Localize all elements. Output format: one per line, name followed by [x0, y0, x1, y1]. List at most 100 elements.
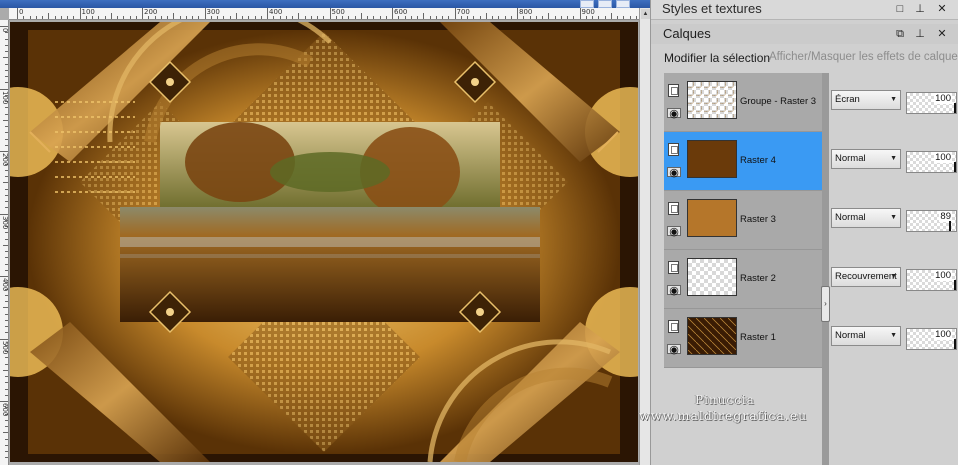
ruler-tick	[5, 301, 8, 302]
ruler-tick	[5, 294, 8, 296]
layers-palette-header: Calques ⧉ ⊥ ✕	[651, 24, 958, 44]
eye-icon[interactable]: ◉	[667, 226, 681, 238]
blend-mode-dropdown[interactable]: Normal ▼	[831, 326, 901, 346]
opacity-slider[interactable]: 100	[906, 92, 957, 114]
ruler-tick	[3, 432, 8, 434]
scroll-up-arrow-icon[interactable]: ▲	[641, 9, 650, 19]
blend-mode-dropdown[interactable]: Écran ▼	[831, 90, 901, 110]
artwork-composition	[10, 22, 638, 462]
ruler-label: 700	[456, 8, 470, 16]
layer-row[interactable]: ◉ Groupe - Raster 3	[664, 73, 822, 132]
blend-mode-dropdown[interactable]: Normal ▼	[831, 149, 901, 169]
ruler-tick	[5, 188, 8, 190]
layer-row[interactable]: ◉ Raster 1	[664, 309, 822, 368]
ruler-tick	[5, 44, 8, 46]
ruler-label: 800	[519, 8, 533, 16]
layer-toggles: ◉	[664, 73, 684, 131]
float-icon[interactable]: ⧉	[893, 27, 907, 41]
ruler-tick	[98, 16, 100, 19]
ruler-tick	[398, 16, 400, 19]
ruler-tick	[154, 16, 156, 19]
ruler-tick	[473, 16, 475, 19]
restore-icon[interactable]: □	[893, 2, 907, 16]
layer-lock-icon[interactable]	[668, 320, 679, 333]
ruler-tick	[160, 16, 162, 19]
layer-row[interactable]: ◉ Raster 2	[664, 250, 822, 309]
blend-mode-value: Recouvrement	[835, 271, 897, 282]
ruler-tick	[548, 13, 550, 19]
canvas-image[interactable]	[10, 22, 638, 462]
ruler-tick	[354, 16, 356, 19]
opacity-slider[interactable]: 100	[906, 269, 957, 291]
modify-selection-button[interactable]: Modifier la sélection	[664, 51, 770, 65]
chevron-down-icon: ▼	[890, 96, 897, 103]
layer-lock-icon[interactable]	[668, 261, 679, 274]
ruler-tick	[248, 16, 250, 19]
ruler-label: 200	[144, 8, 158, 16]
ruler-tick	[610, 13, 612, 19]
ruler-tick	[5, 126, 8, 127]
layer-name: Raster 2	[740, 273, 776, 284]
watermark-signature: Pinuccia	[695, 393, 755, 407]
ruler-tick	[535, 16, 537, 19]
ruler-tick	[3, 119, 8, 121]
minimize-button[interactable]	[580, 0, 594, 8]
ruler-tick	[42, 16, 43, 19]
opacity-slider-handle[interactable]	[954, 280, 956, 290]
opacity-slider-handle[interactable]	[954, 162, 956, 172]
layers-palette: Styles et textures □ ⊥ ✕ Calques ⧉ ⊥ ✕ M…	[639, 0, 958, 465]
ruler-tick	[5, 251, 8, 252]
opacity-slider-handle[interactable]	[954, 339, 956, 349]
ruler-tick	[5, 82, 8, 84]
ruler-tick	[54, 16, 56, 19]
ruler-tick	[3, 182, 8, 184]
close-window-button[interactable]	[616, 0, 630, 8]
layer-row[interactable]: ◉ Raster 4	[664, 132, 822, 191]
ruler-tick	[198, 16, 200, 19]
pin-icon[interactable]: ⊥	[913, 2, 927, 16]
ruler-tick	[48, 13, 50, 19]
ruler-tick	[0, 151, 8, 152]
ruler-tick	[404, 16, 406, 19]
ruler-tick	[35, 16, 37, 19]
ruler-tick	[0, 213, 8, 215]
eye-icon[interactable]: ◉	[667, 285, 681, 297]
eye-icon[interactable]: ◉	[667, 108, 681, 120]
toggle-layer-effects-button[interactable]: Afficher/Masquer les effets de calque	[769, 51, 958, 63]
pin-icon[interactable]: ⊥	[913, 27, 927, 41]
blend-mode-dropdown[interactable]: Normal ▼	[831, 208, 901, 228]
ruler-tick	[73, 16, 75, 19]
eye-icon[interactable]: ◉	[667, 344, 681, 356]
ruler-tick	[579, 8, 581, 19]
layer-lock-icon[interactable]	[668, 202, 679, 215]
ruler-tick	[410, 16, 412, 19]
close-icon[interactable]: ✕	[935, 2, 949, 16]
layer-row[interactable]: ◉ Raster 3	[664, 191, 822, 250]
blend-mode-dropdown[interactable]: Recouvrement ▼	[831, 267, 901, 287]
ruler-tick	[3, 244, 8, 246]
opacity-slider-handle[interactable]	[949, 221, 951, 231]
ruler-tick	[348, 16, 350, 19]
ruler-label: 0	[19, 8, 24, 16]
opacity-slider[interactable]: 100	[906, 328, 957, 350]
ruler-tick	[123, 16, 125, 19]
ruler-tick	[210, 16, 212, 19]
maximize-button[interactable]	[598, 0, 612, 8]
close-icon[interactable]: ✕	[935, 27, 949, 41]
ruler-tick	[204, 8, 206, 19]
ruler-tick	[554, 16, 556, 19]
ruler-tick	[379, 16, 381, 19]
opacity-slider[interactable]: 100	[906, 151, 957, 173]
eye-icon[interactable]: ◉	[667, 167, 681, 179]
ruler-tick	[60, 16, 62, 19]
ruler-label: 100	[1, 90, 9, 104]
layer-lock-icon[interactable]	[668, 143, 679, 156]
layer-lock-icon[interactable]	[668, 84, 679, 97]
opacity-slider-handle[interactable]	[954, 103, 956, 113]
layer-list-scrollbar[interactable]	[822, 73, 829, 465]
ruler-tick	[29, 16, 31, 19]
ruler-tick	[5, 113, 8, 115]
ruler-tick	[529, 16, 531, 19]
vertical-scrollbar[interactable]: ▲	[639, 8, 650, 465]
opacity-slider[interactable]: 89	[906, 210, 957, 232]
